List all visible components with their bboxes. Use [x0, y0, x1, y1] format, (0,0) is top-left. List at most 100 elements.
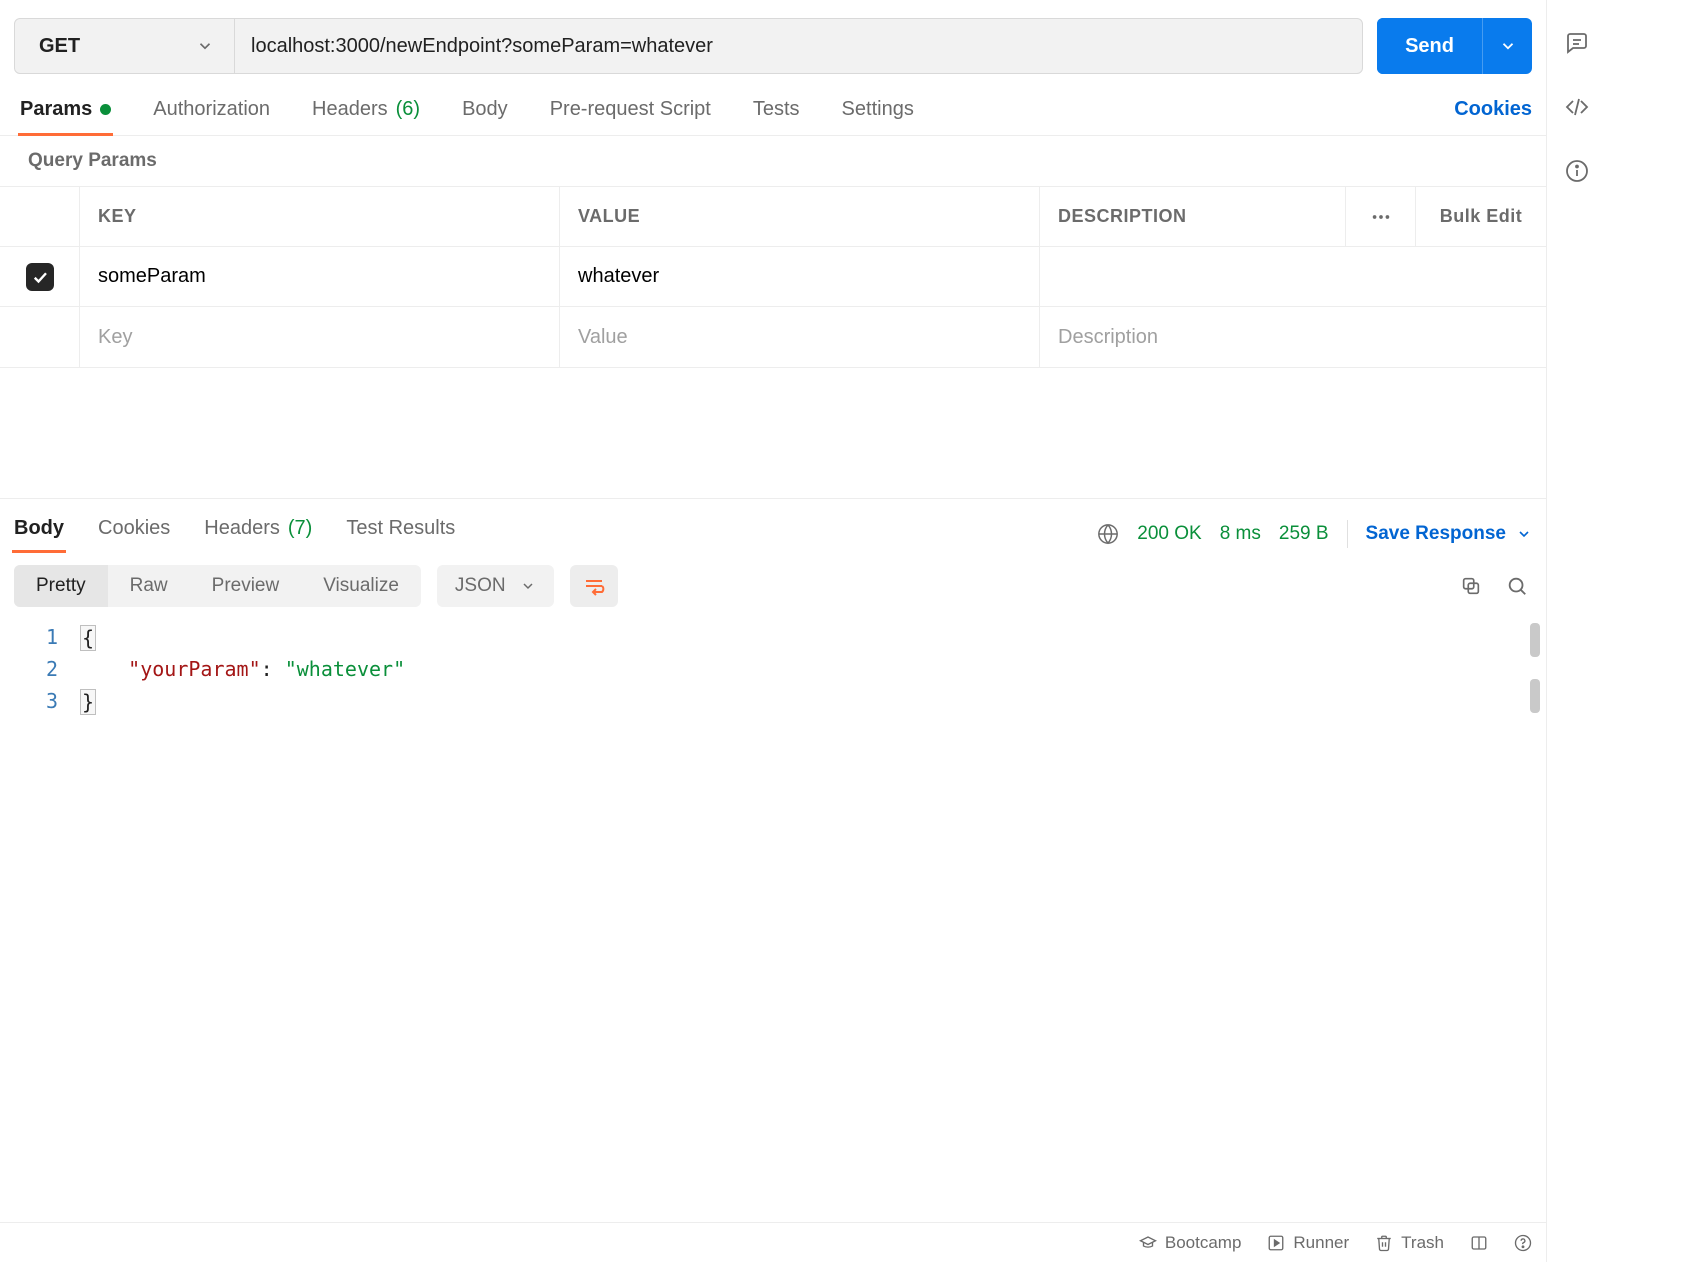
params-header-row: KEY VALUE DESCRIPTION Bulk Edit — [0, 187, 1546, 247]
copy-response-button[interactable] — [1456, 571, 1486, 601]
column-key: KEY — [80, 187, 560, 246]
table-row — [0, 307, 1546, 367]
search-icon — [1506, 575, 1528, 597]
view-raw-button[interactable]: Raw — [108, 565, 190, 607]
response-toolbar: Pretty Raw Preview Visualize JSON — [0, 553, 1546, 619]
response-tab-body-label: Body — [14, 517, 64, 540]
comments-button[interactable] — [1564, 30, 1590, 56]
response-tab-cookies-label: Cookies — [98, 517, 170, 540]
columns-more-button[interactable] — [1346, 187, 1416, 246]
body-format-select[interactable]: JSON — [437, 565, 554, 607]
response-body-viewer[interactable]: 1 { 2 "yourParam": "whatever" 3 } — [0, 619, 1546, 1262]
more-horizontal-icon — [1370, 206, 1392, 228]
view-preview-button[interactable]: Preview — [190, 565, 302, 607]
right-rail — [1546, 0, 1606, 1262]
view-mode-segment: Pretty Raw Preview Visualize — [14, 565, 421, 607]
info-button[interactable] — [1564, 158, 1590, 184]
send-button[interactable]: Send — [1377, 18, 1482, 74]
param-description-input[interactable] — [1058, 326, 1528, 349]
graduation-cap-icon — [1139, 1234, 1157, 1252]
copy-icon — [1460, 575, 1482, 597]
tab-headers[interactable]: Headers (6) — [312, 98, 420, 135]
footer-trash[interactable]: Trash — [1375, 1233, 1444, 1253]
param-key-input[interactable] — [98, 265, 541, 288]
response-tabs: Body Cookies Headers (7) Test Results 20… — [0, 499, 1546, 553]
response-time: 8 ms — [1220, 523, 1261, 545]
request-url-bar: GET Send — [0, 0, 1546, 80]
footer-runner-label: Runner — [1293, 1233, 1349, 1253]
globe-icon[interactable] — [1097, 523, 1119, 545]
http-method-label: GET — [39, 35, 80, 58]
row-checkbox[interactable] — [26, 263, 54, 291]
trash-icon — [1375, 1234, 1393, 1252]
response-tab-headers-label: Headers — [204, 517, 280, 540]
column-value: VALUE — [560, 187, 1040, 246]
scrollbar-thumb[interactable] — [1530, 623, 1540, 657]
tab-params-label: Params — [20, 98, 92, 121]
chevron-down-icon — [1516, 526, 1532, 542]
modified-indicator-icon — [100, 104, 111, 115]
body-format-label: JSON — [455, 575, 506, 597]
footer-bootcamp[interactable]: Bootcamp — [1139, 1233, 1242, 1253]
line-number: 2 — [0, 657, 80, 681]
info-circle-icon — [1565, 159, 1589, 183]
panes-icon — [1470, 1234, 1488, 1252]
view-pretty-button[interactable]: Pretty — [14, 565, 108, 607]
tab-settings-label: Settings — [842, 98, 914, 121]
response-tab-body[interactable]: Body — [14, 517, 64, 552]
query-params-title: Query Params — [0, 136, 1546, 186]
param-key-input[interactable] — [98, 326, 541, 349]
wrap-text-icon — [582, 574, 606, 598]
response-size: 259 B — [1279, 523, 1329, 545]
tab-settings[interactable]: Settings — [842, 98, 914, 135]
cookies-link[interactable]: Cookies — [1454, 98, 1532, 135]
tab-tests-label: Tests — [753, 98, 800, 121]
tab-headers-count: (6) — [396, 98, 420, 121]
check-icon — [31, 268, 49, 286]
code-icon — [1565, 95, 1589, 119]
tab-body[interactable]: Body — [462, 98, 508, 135]
param-value-input[interactable] — [578, 265, 1021, 288]
request-url-input[interactable] — [235, 19, 1362, 73]
footer-runner[interactable]: Runner — [1267, 1233, 1349, 1253]
response-tab-testresults-label: Test Results — [346, 517, 455, 540]
line-number: 3 — [0, 689, 80, 713]
response-tab-cookies[interactable]: Cookies — [98, 517, 170, 552]
bulk-edit-button[interactable]: Bulk Edit — [1416, 187, 1546, 246]
wrap-lines-button[interactable] — [570, 565, 618, 607]
footer-help-button[interactable] — [1514, 1234, 1532, 1252]
search-response-button[interactable] — [1502, 571, 1532, 601]
param-value-input[interactable] — [578, 326, 1021, 349]
tab-params[interactable]: Params — [20, 98, 111, 135]
tab-authorization-label: Authorization — [153, 98, 270, 121]
footer-trash-label: Trash — [1401, 1233, 1444, 1253]
response-tab-headers-count: (7) — [288, 517, 312, 540]
method-url-group: GET — [14, 18, 1363, 74]
help-circle-icon — [1514, 1234, 1532, 1252]
table-row — [0, 247, 1546, 307]
params-table: KEY VALUE DESCRIPTION Bulk Edit — [0, 186, 1546, 368]
comment-icon — [1565, 31, 1589, 55]
chevron-down-icon — [520, 578, 536, 594]
footer-bootcamp-label: Bootcamp — [1165, 1233, 1242, 1253]
request-tabs: Params Authorization Headers (6) Body Pr… — [0, 80, 1546, 136]
tab-prerequest[interactable]: Pre-request Script — [550, 98, 711, 135]
tab-prerequest-label: Pre-request Script — [550, 98, 711, 121]
tab-tests[interactable]: Tests — [753, 98, 800, 135]
send-button-group: Send — [1377, 18, 1532, 74]
response-tab-testresults[interactable]: Test Results — [346, 517, 455, 552]
view-visualize-button[interactable]: Visualize — [301, 565, 421, 607]
param-description-input[interactable] — [1058, 265, 1528, 288]
status-bar: Bootcamp Runner Trash — [0, 1222, 1546, 1262]
response-tab-headers[interactable]: Headers (7) — [204, 517, 312, 552]
send-button-more[interactable] — [1482, 18, 1532, 74]
code-button[interactable] — [1564, 94, 1590, 120]
column-description: DESCRIPTION — [1040, 187, 1346, 246]
footer-panes-button[interactable] — [1470, 1234, 1488, 1252]
save-response-button[interactable]: Save Response — [1347, 520, 1532, 548]
tab-authorization[interactable]: Authorization — [153, 98, 270, 135]
tab-body-label: Body — [462, 98, 508, 121]
scrollbar-thumb[interactable] — [1530, 679, 1540, 713]
response-meta: 200 OK 8 ms 259 B Save Response — [1097, 520, 1532, 548]
http-method-select[interactable]: GET — [15, 19, 235, 73]
